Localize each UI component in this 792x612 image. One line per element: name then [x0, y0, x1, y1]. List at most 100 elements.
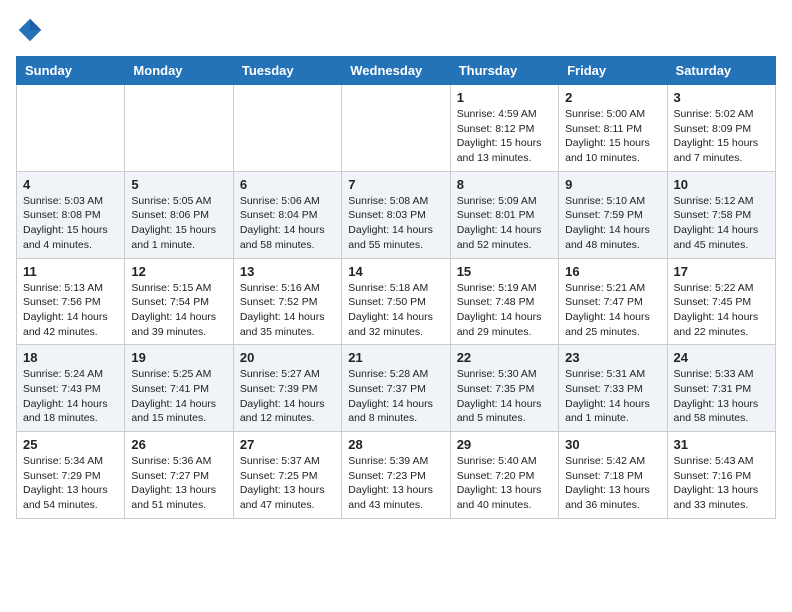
day-info: Sunrise: 5:21 AM Sunset: 7:47 PM Dayligh…	[565, 281, 660, 340]
day-info: Sunrise: 5:12 AM Sunset: 7:58 PM Dayligh…	[674, 194, 769, 253]
day-number: 17	[674, 264, 769, 279]
day-info: Sunrise: 5:39 AM Sunset: 7:23 PM Dayligh…	[348, 454, 443, 513]
day-info: Sunrise: 5:13 AM Sunset: 7:56 PM Dayligh…	[23, 281, 118, 340]
week-row-5: 25 Sunrise: 5:34 AM Sunset: 7:29 PM Dayli…	[17, 432, 776, 519]
day-number: 22	[457, 350, 552, 365]
day-info: Sunrise: 4:59 AM Sunset: 8:12 PM Dayligh…	[457, 107, 552, 166]
calendar-cell: 1 Sunrise: 4:59 AM Sunset: 8:12 PM Daylig…	[450, 85, 558, 172]
day-info: Sunrise: 5:25 AM Sunset: 7:41 PM Dayligh…	[131, 367, 226, 426]
day-number: 14	[348, 264, 443, 279]
day-number: 20	[240, 350, 335, 365]
day-number: 26	[131, 437, 226, 452]
calendar-cell: 10 Sunrise: 5:12 AM Sunset: 7:58 PM Dayli…	[667, 171, 775, 258]
day-number: 18	[23, 350, 118, 365]
day-info: Sunrise: 5:19 AM Sunset: 7:48 PM Dayligh…	[457, 281, 552, 340]
calendar-table: SundayMondayTuesdayWednesdayThursdayFrid…	[16, 56, 776, 519]
day-info: Sunrise: 5:28 AM Sunset: 7:37 PM Dayligh…	[348, 367, 443, 426]
calendar-cell: 23 Sunrise: 5:31 AM Sunset: 7:33 PM Dayli…	[559, 345, 667, 432]
day-number: 19	[131, 350, 226, 365]
day-info: Sunrise: 5:27 AM Sunset: 7:39 PM Dayligh…	[240, 367, 335, 426]
calendar-cell: 30Sunrise: 5:42 AM Sunset: 7:18 PM Dayli…	[559, 432, 667, 519]
calendar-cell: 12Sunrise: 5:15 AM Sunset: 7:54 PM Dayli…	[125, 258, 233, 345]
day-info: Sunrise: 5:42 AM Sunset: 7:18 PM Dayligh…	[565, 454, 660, 513]
day-number: 29	[457, 437, 552, 452]
calendar-cell: 27 Sunrise: 5:37 AM Sunset: 7:25 PM Dayli…	[233, 432, 341, 519]
calendar-cell: 18 Sunrise: 5:24 AM Sunset: 7:43 PM Dayli…	[17, 345, 125, 432]
week-row-4: 18 Sunrise: 5:24 AM Sunset: 7:43 PM Dayli…	[17, 345, 776, 432]
day-number: 15	[457, 264, 552, 279]
column-header-friday: Friday	[559, 57, 667, 85]
calendar-cell: 13 Sunrise: 5:16 AM Sunset: 7:52 PM Dayli…	[233, 258, 341, 345]
calendar-cell: 5Sunrise: 5:05 AM Sunset: 8:06 PM Daylig…	[125, 171, 233, 258]
calendar-cell: 19 Sunrise: 5:25 AM Sunset: 7:41 PM Dayli…	[125, 345, 233, 432]
week-row-1: 1 Sunrise: 4:59 AM Sunset: 8:12 PM Daylig…	[17, 85, 776, 172]
day-number: 23	[565, 350, 660, 365]
day-info: Sunrise: 5:22 AM Sunset: 7:45 PM Dayligh…	[674, 281, 769, 340]
day-number: 27	[240, 437, 335, 452]
calendar-cell: 21Sunrise: 5:28 AM Sunset: 7:37 PM Dayli…	[342, 345, 450, 432]
calendar-cell: 24 Sunrise: 5:33 AM Sunset: 7:31 PM Dayli…	[667, 345, 775, 432]
day-info: Sunrise: 5:43 AM Sunset: 7:16 PM Dayligh…	[674, 454, 769, 513]
day-number: 24	[674, 350, 769, 365]
calendar-cell: 8Sunrise: 5:09 AM Sunset: 8:01 PM Daylig…	[450, 171, 558, 258]
column-header-monday: Monday	[125, 57, 233, 85]
day-info: Sunrise: 5:30 AM Sunset: 7:35 PM Dayligh…	[457, 367, 552, 426]
day-number: 28	[348, 437, 443, 452]
calendar-cell: 29 Sunrise: 5:40 AM Sunset: 7:20 PM Dayli…	[450, 432, 558, 519]
day-info: Sunrise: 5:10 AM Sunset: 7:59 PM Dayligh…	[565, 194, 660, 253]
calendar-cell	[17, 85, 125, 172]
day-number: 1	[457, 90, 552, 105]
calendar-cell: 20 Sunrise: 5:27 AM Sunset: 7:39 PM Dayli…	[233, 345, 341, 432]
day-number: 13	[240, 264, 335, 279]
calendar-cell: 14 Sunrise: 5:18 AM Sunset: 7:50 PM Dayli…	[342, 258, 450, 345]
day-info: Sunrise: 5:34 AM Sunset: 7:29 PM Dayligh…	[23, 454, 118, 513]
calendar-cell: 7 Sunrise: 5:08 AM Sunset: 8:03 PM Daylig…	[342, 171, 450, 258]
column-header-tuesday: Tuesday	[233, 57, 341, 85]
day-number: 4	[23, 177, 118, 192]
day-info: Sunrise: 5:15 AM Sunset: 7:54 PM Dayligh…	[131, 281, 226, 340]
column-header-thursday: Thursday	[450, 57, 558, 85]
day-info: Sunrise: 5:08 AM Sunset: 8:03 PM Dayligh…	[348, 194, 443, 253]
calendar-cell: 11Sunrise: 5:13 AM Sunset: 7:56 PM Dayli…	[17, 258, 125, 345]
logo-icon	[16, 16, 44, 44]
day-number: 2	[565, 90, 660, 105]
day-number: 6	[240, 177, 335, 192]
calendar-cell: 9 Sunrise: 5:10 AM Sunset: 7:59 PM Daylig…	[559, 171, 667, 258]
day-info: Sunrise: 5:16 AM Sunset: 7:52 PM Dayligh…	[240, 281, 335, 340]
day-info: Sunrise: 5:40 AM Sunset: 7:20 PM Dayligh…	[457, 454, 552, 513]
column-header-sunday: Sunday	[17, 57, 125, 85]
column-header-saturday: Saturday	[667, 57, 775, 85]
week-row-3: 11Sunrise: 5:13 AM Sunset: 7:56 PM Dayli…	[17, 258, 776, 345]
day-info: Sunrise: 5:31 AM Sunset: 7:33 PM Dayligh…	[565, 367, 660, 426]
calendar-cell: 3Sunrise: 5:02 AM Sunset: 8:09 PM Daylig…	[667, 85, 775, 172]
day-info: Sunrise: 5:06 AM Sunset: 8:04 PM Dayligh…	[240, 194, 335, 253]
calendar-cell: 4 Sunrise: 5:03 AM Sunset: 8:08 PM Daylig…	[17, 171, 125, 258]
calendar-cell	[233, 85, 341, 172]
logo	[16, 16, 48, 44]
calendar-cell: 15 Sunrise: 5:19 AM Sunset: 7:48 PM Dayli…	[450, 258, 558, 345]
calendar-cell: 17 Sunrise: 5:22 AM Sunset: 7:45 PM Dayli…	[667, 258, 775, 345]
day-number: 7	[348, 177, 443, 192]
page-header	[16, 16, 776, 44]
day-number: 5	[131, 177, 226, 192]
calendar-cell: 28 Sunrise: 5:39 AM Sunset: 7:23 PM Dayli…	[342, 432, 450, 519]
day-info: Sunrise: 5:18 AM Sunset: 7:50 PM Dayligh…	[348, 281, 443, 340]
calendar-cell	[342, 85, 450, 172]
calendar-cell: 22 Sunrise: 5:30 AM Sunset: 7:35 PM Dayli…	[450, 345, 558, 432]
day-info: Sunrise: 5:03 AM Sunset: 8:08 PM Dayligh…	[23, 194, 118, 253]
day-info: Sunrise: 5:24 AM Sunset: 7:43 PM Dayligh…	[23, 367, 118, 426]
day-info: Sunrise: 5:00 AM Sunset: 8:11 PM Dayligh…	[565, 107, 660, 166]
calendar-cell: 6 Sunrise: 5:06 AM Sunset: 8:04 PM Daylig…	[233, 171, 341, 258]
day-info: Sunrise: 5:09 AM Sunset: 8:01 PM Dayligh…	[457, 194, 552, 253]
column-header-wednesday: Wednesday	[342, 57, 450, 85]
calendar-cell	[125, 85, 233, 172]
day-info: Sunrise: 5:02 AM Sunset: 8:09 PM Dayligh…	[674, 107, 769, 166]
day-number: 10	[674, 177, 769, 192]
day-number: 9	[565, 177, 660, 192]
calendar-cell: 25 Sunrise: 5:34 AM Sunset: 7:29 PM Dayli…	[17, 432, 125, 519]
day-info: Sunrise: 5:36 AM Sunset: 7:27 PM Dayligh…	[131, 454, 226, 513]
day-info: Sunrise: 5:33 AM Sunset: 7:31 PM Dayligh…	[674, 367, 769, 426]
calendar-cell: 31Sunrise: 5:43 AM Sunset: 7:16 PM Dayli…	[667, 432, 775, 519]
day-number: 25	[23, 437, 118, 452]
day-info: Sunrise: 5:37 AM Sunset: 7:25 PM Dayligh…	[240, 454, 335, 513]
